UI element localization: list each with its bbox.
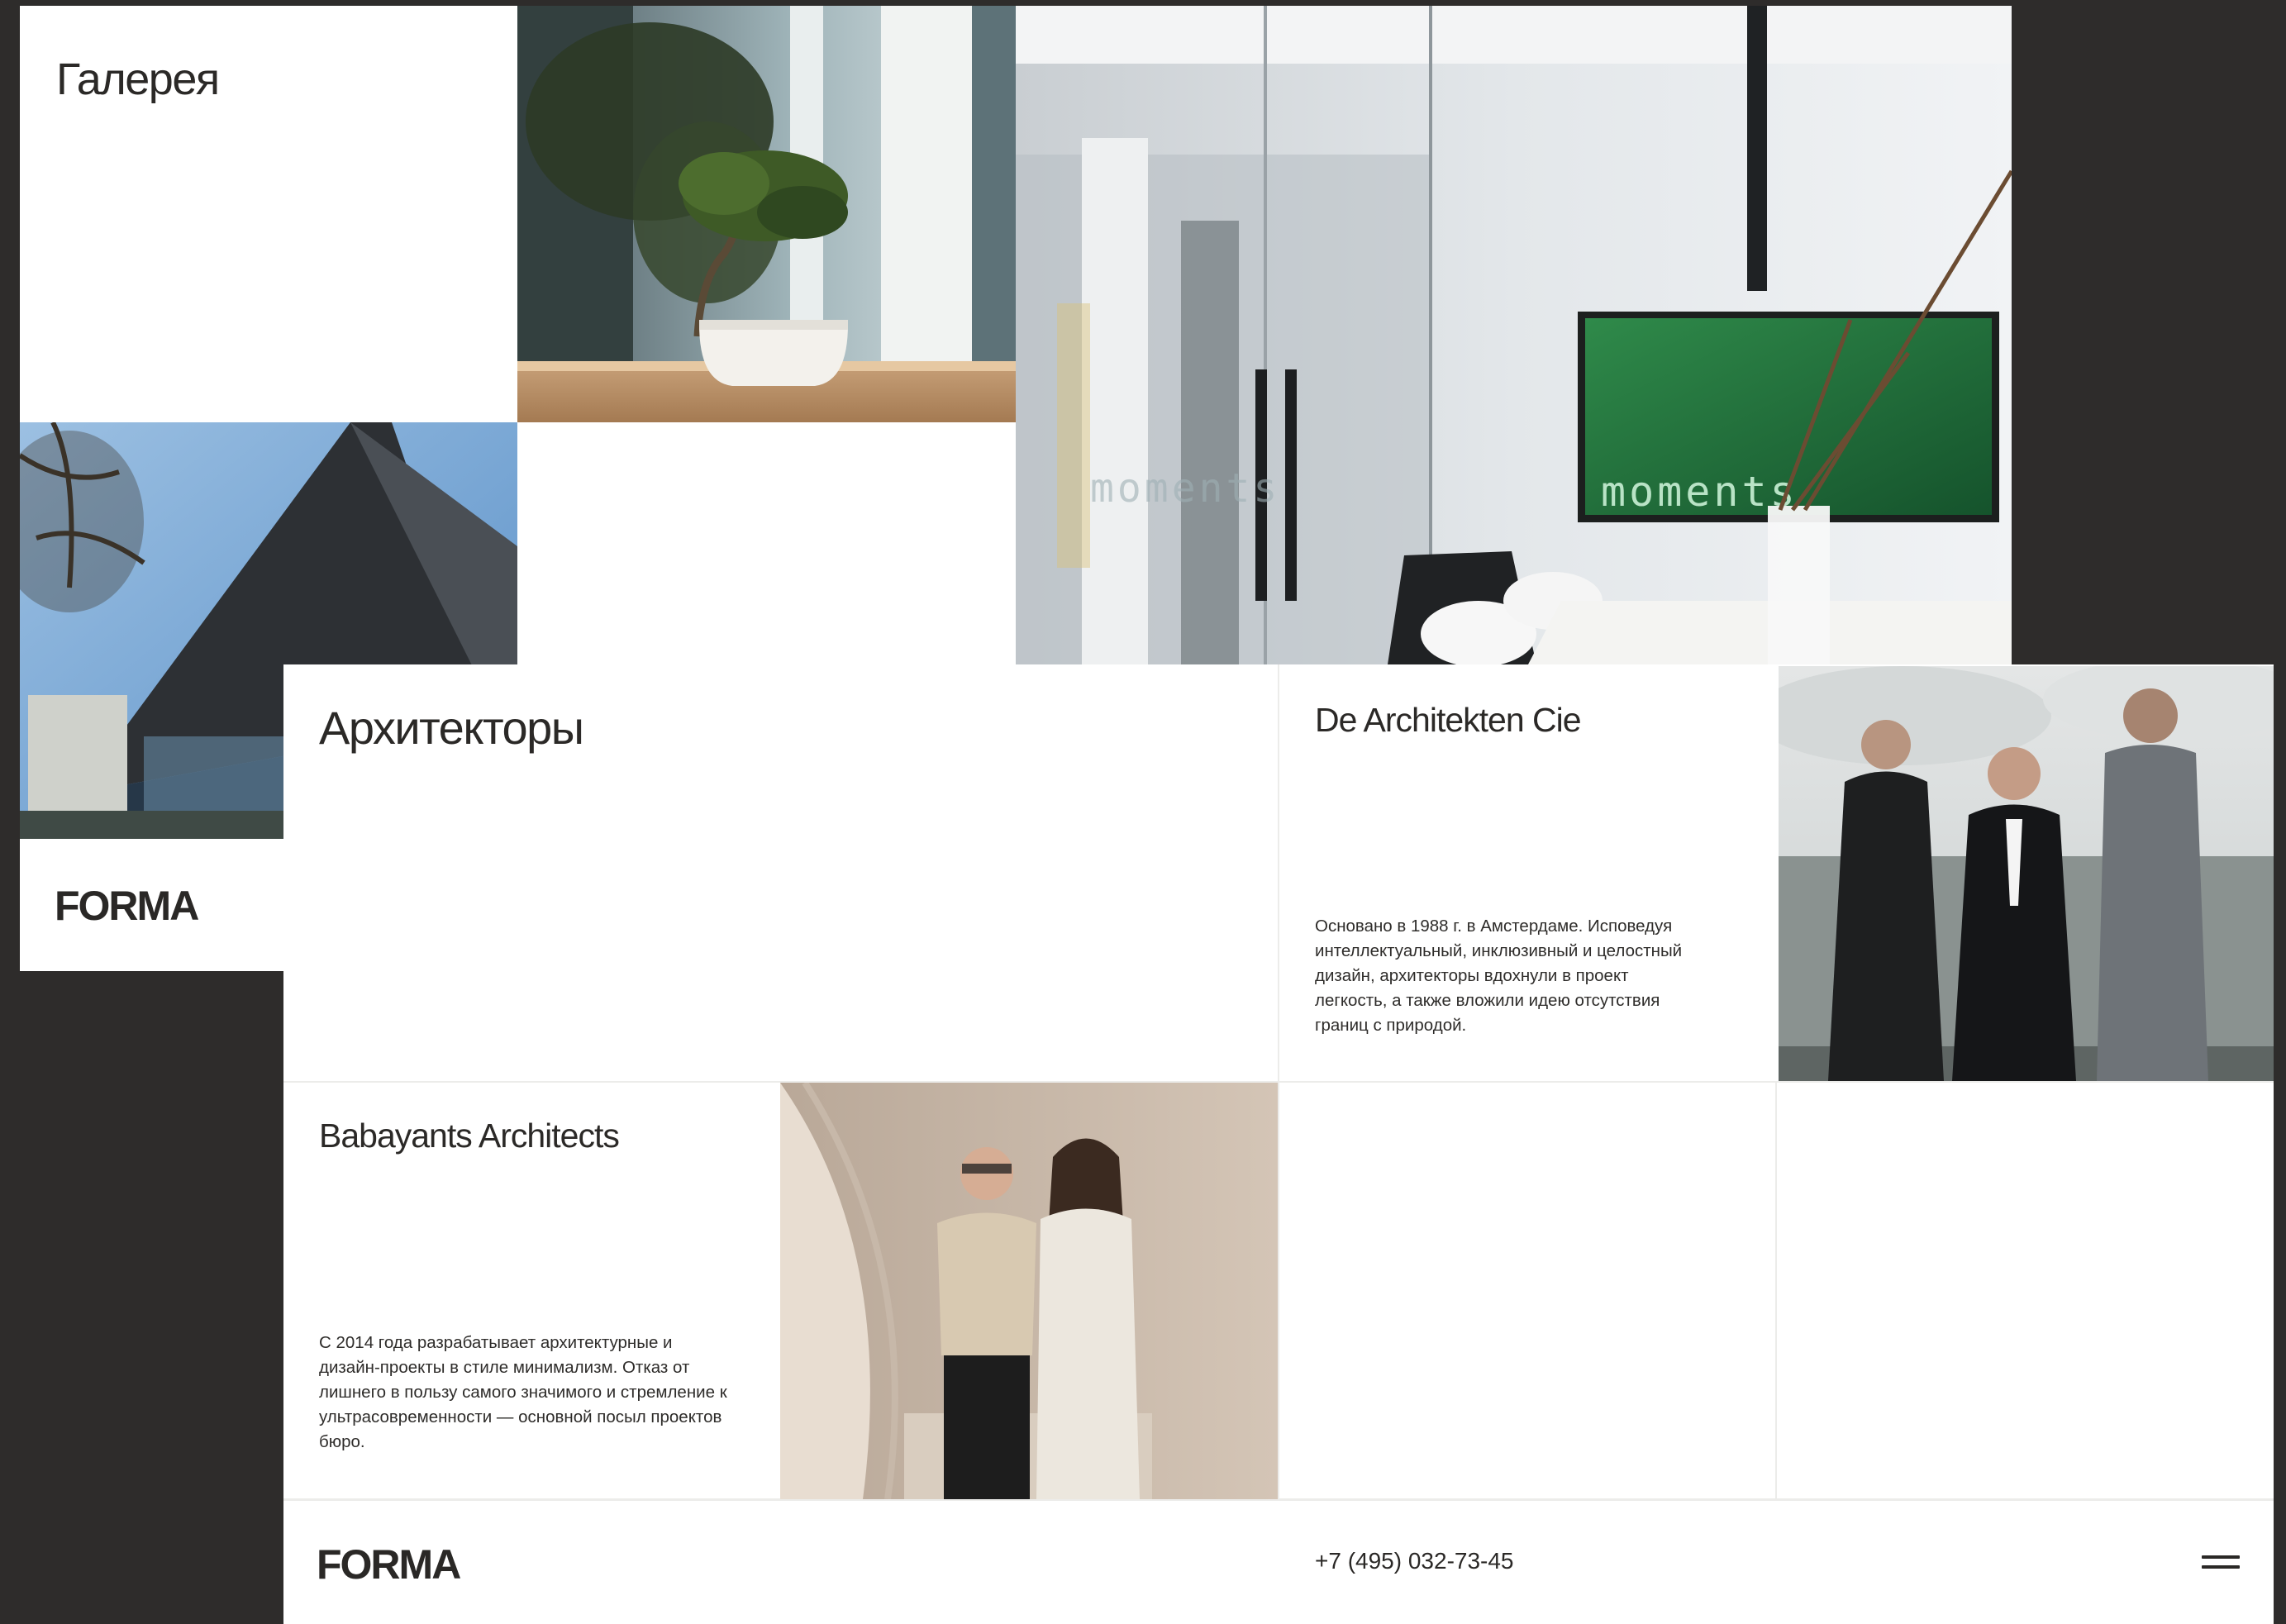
hamburger-menu-icon[interactable] — [2202, 1555, 2240, 1570]
gallery-logo[interactable]: FORMA — [55, 882, 199, 930]
footer-divider — [283, 1498, 2274, 1501]
gallery-title: Галерея — [56, 55, 220, 104]
grid-divider — [1775, 1081, 1777, 1499]
bonsai-tree-photo[interactable] — [517, 6, 1016, 422]
studio-description-babayants: С 2014 года разрабатывает архитектурные … — [319, 1333, 727, 1451]
babayants-team-photo[interactable] — [780, 1083, 1278, 1499]
footer-logo[interactable]: FORMA — [317, 1541, 461, 1588]
architects-slide: Архитекторы De Architekten Cie Основано … — [283, 664, 2274, 1624]
phone-link[interactable]: +7 (495) 032-73-45 — [1315, 1548, 1514, 1574]
architects-title: Архитекторы — [319, 702, 584, 754]
grid-divider — [283, 1081, 2274, 1083]
studio-name-de-architekten[interactable]: De Architekten Cie — [1315, 701, 1582, 740]
studio-description-de-architekten: Основано в 1988 г. в Амстердаме. Исповед… — [1315, 917, 1683, 1035]
studio-name-babayants[interactable]: Babayants Architects — [319, 1117, 620, 1155]
svg-text:moments: moments — [1090, 465, 1280, 512]
de-architekten-team-photo[interactable] — [1779, 666, 2274, 1081]
meeting-room-photo[interactable]: moments moments — [1016, 6, 2012, 664]
